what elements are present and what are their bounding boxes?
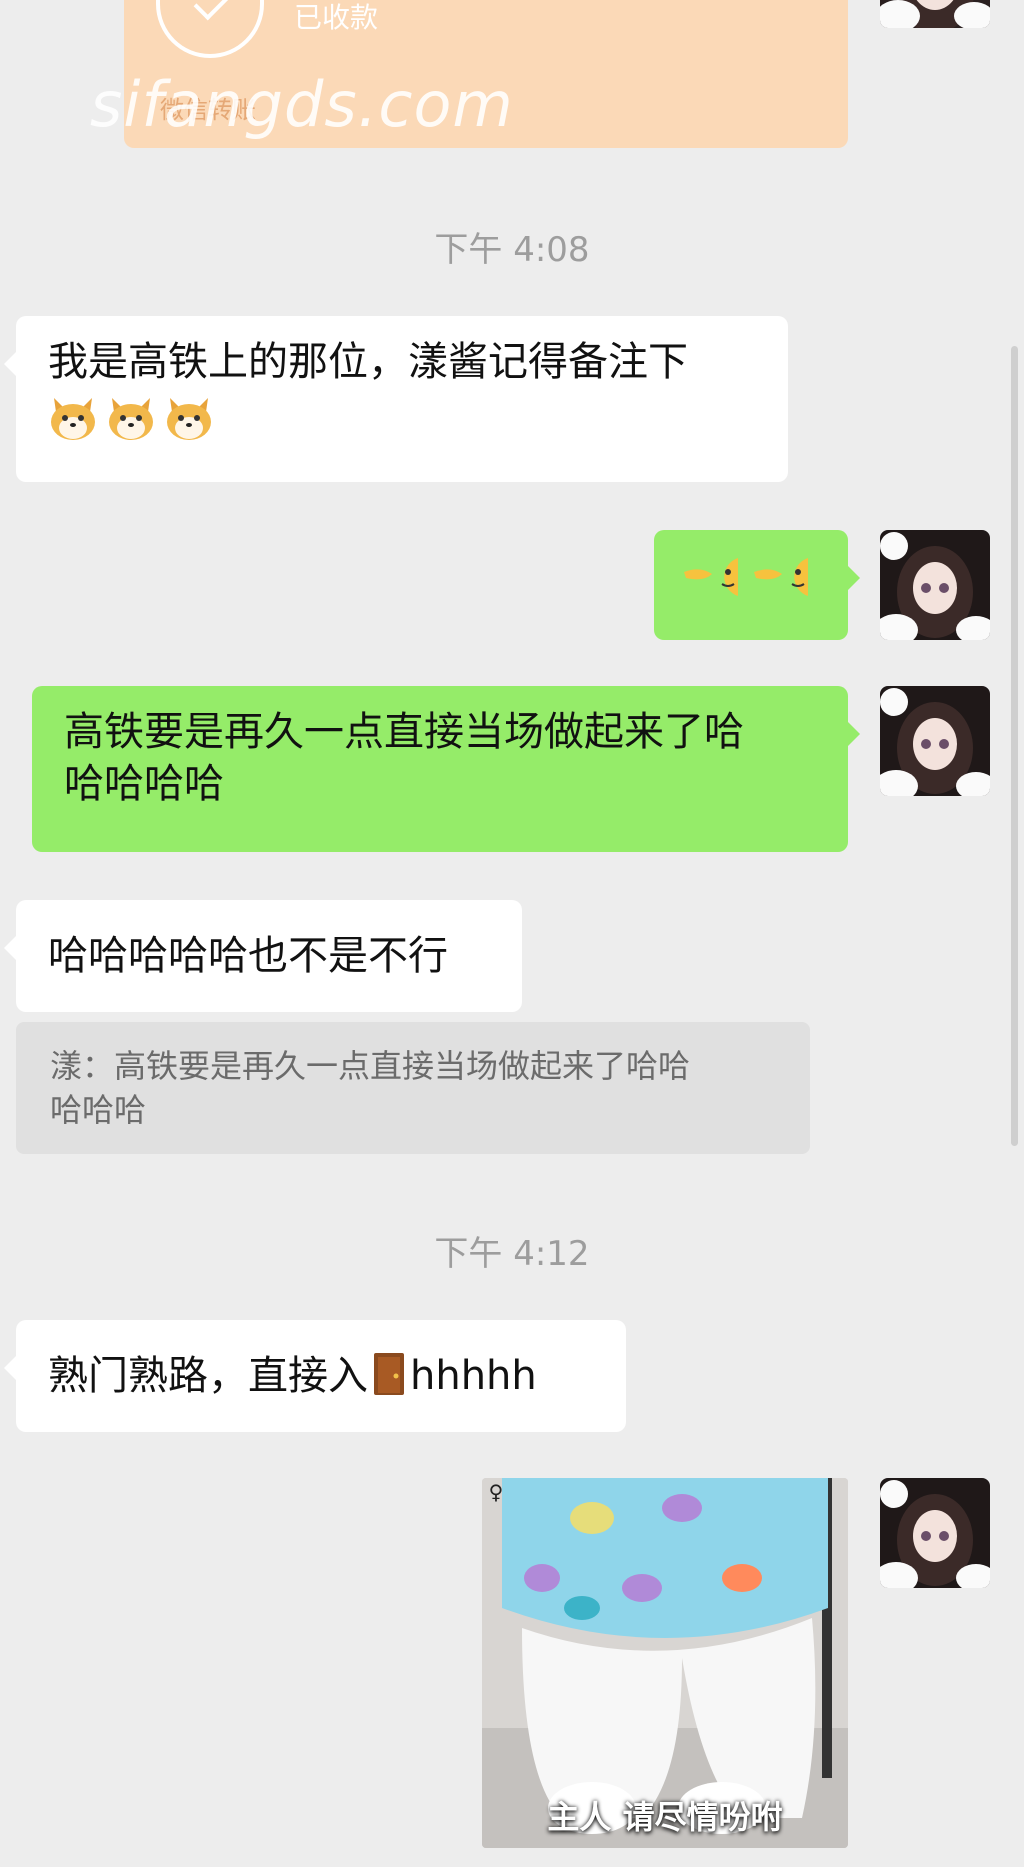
quote-line: 哈哈哈 bbox=[50, 1091, 147, 1129]
dog-emoji-icon bbox=[51, 398, 95, 440]
message-text: 哈哈哈哈哈也不是不行 bbox=[48, 933, 448, 979]
avatar[interactable] bbox=[880, 686, 990, 796]
timestamp: 下午 4:08 bbox=[434, 230, 590, 270]
photo-caption: 主人 请尽情吩咐 bbox=[547, 1798, 783, 1836]
message-outgoing[interactable] bbox=[654, 530, 860, 640]
peek-emoji-icon bbox=[754, 558, 808, 596]
chat-screen: 已收款 微信转账 sifangds.com 下午 4:08 我是高铁上的那位，漾… bbox=[0, 0, 1024, 1867]
quote-line: 漾：高铁要是再久一点直接当场做起来了哈哈 bbox=[50, 1047, 691, 1085]
timestamp: 下午 4:12 bbox=[434, 1234, 590, 1274]
scrollbar[interactable] bbox=[1011, 346, 1018, 1146]
dog-emoji-icon bbox=[109, 398, 153, 440]
avatar[interactable] bbox=[880, 0, 990, 28]
transfer-status: 已收款 bbox=[294, 1, 379, 34]
avatar[interactable] bbox=[880, 530, 990, 640]
emoji-row bbox=[48, 394, 756, 442]
watermark: sifangds.com bbox=[90, 68, 514, 141]
message-text: hhhhh bbox=[410, 1353, 537, 1399]
quoted-message[interactable]: 漾：高铁要是再久一点直接当场做起来了哈哈 哈哈哈 bbox=[16, 1022, 810, 1154]
message-incoming[interactable]: 我是高铁上的那位，漾酱记得备注下 bbox=[4, 316, 788, 482]
check-circle-icon bbox=[156, 0, 264, 58]
message-text-line: 高铁要是再久一点直接当场做起来了哈 bbox=[64, 709, 744, 755]
door-emoji-icon bbox=[374, 1353, 404, 1395]
message-text-line: 哈哈哈哈 bbox=[64, 761, 224, 807]
message-outgoing[interactable]: 高铁要是再久一点直接当场做起来了哈 哈哈哈哈 bbox=[32, 686, 860, 852]
message-text: 熟门熟路，直接入 bbox=[48, 1353, 368, 1399]
peek-emoji-icon bbox=[684, 558, 738, 596]
dog-emoji-icon bbox=[167, 398, 211, 440]
message-text: 我是高铁上的那位，漾酱记得备注下 bbox=[48, 339, 688, 385]
avatar[interactable] bbox=[880, 1478, 990, 1588]
message-incoming[interactable]: 熟门熟路，直接入 hhhhh bbox=[4, 1320, 626, 1432]
emoji-row bbox=[682, 556, 820, 598]
photo-message[interactable]: ♀ 主人 请尽情吩咐 bbox=[482, 1478, 848, 1848]
message-incoming[interactable]: 哈哈哈哈哈也不是不行 bbox=[4, 900, 522, 1012]
logo-icon: ♀ bbox=[488, 1480, 504, 1504]
